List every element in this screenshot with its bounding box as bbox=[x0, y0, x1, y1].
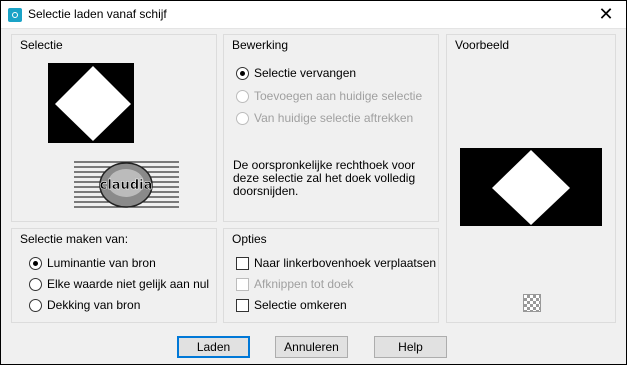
selection-preview-image bbox=[48, 63, 134, 143]
selectie-maken-title: Selectie maken van: bbox=[20, 232, 129, 246]
selectie-title: Selectie bbox=[20, 38, 63, 52]
check-linkerbovenhoek[interactable]: Naar linkerbovenhoek verplaatsen bbox=[236, 256, 436, 270]
window-title: Selectie laden vanaf schijf bbox=[28, 7, 167, 21]
radio-button[interactable] bbox=[29, 277, 42, 291]
checkbox[interactable] bbox=[236, 277, 249, 291]
load-button[interactable]: Laden bbox=[177, 336, 250, 358]
radio-selectie-vervangen[interactable]: Selectie vervangen bbox=[236, 66, 356, 80]
radio-aftrekken[interactable]: Van huidige selectie aftrekken bbox=[236, 111, 413, 125]
radio-button[interactable] bbox=[236, 111, 249, 125]
close-icon[interactable]: ✕ bbox=[596, 3, 616, 25]
radio-dekking[interactable]: Dekking van bron bbox=[29, 298, 140, 312]
title-bar: Selectie laden vanaf schijf ✕ bbox=[1, 1, 626, 29]
check-omkeren[interactable]: Selectie omkeren bbox=[236, 298, 347, 312]
watermark-logo: claudia bbox=[74, 159, 179, 211]
transparency-toggle-icon[interactable] bbox=[523, 294, 541, 312]
radio-button[interactable] bbox=[29, 256, 42, 270]
radio-label: Selectie vervangen bbox=[254, 66, 357, 80]
cancel-button[interactable]: Annuleren bbox=[275, 336, 348, 358]
preview-image bbox=[460, 148, 602, 226]
voorbeeld-title: Voorbeeld bbox=[455, 38, 510, 52]
opties-title: Opties bbox=[232, 232, 267, 246]
dialog-window: Selectie laden vanaf schijf ✕ Selectie c… bbox=[1, 1, 626, 364]
radio-label: Dekking van bron bbox=[47, 298, 141, 312]
radio-label: Elke waarde niet gelijk aan nul bbox=[47, 277, 210, 291]
radio-label: Luminantie van bron bbox=[47, 256, 156, 270]
preview-shape bbox=[492, 150, 570, 225]
radio-button[interactable] bbox=[29, 298, 42, 312]
checkbox[interactable] bbox=[236, 256, 249, 270]
checkbox-label: Naar linkerbovenhoek verplaatsen bbox=[254, 256, 437, 270]
radio-toevoegen[interactable]: Toevoegen aan huidige selectie bbox=[236, 89, 422, 103]
info-note: De oorspronkelijke rechthoek voor deze s… bbox=[233, 158, 416, 198]
checkbox-label: Afknippen tot doek bbox=[254, 277, 354, 291]
radio-label: Toevoegen aan huidige selectie bbox=[254, 89, 423, 103]
radio-elke-waarde[interactable]: Elke waarde niet gelijk aan nul bbox=[29, 277, 209, 291]
radio-button[interactable] bbox=[236, 66, 249, 80]
app-icon bbox=[8, 8, 22, 22]
check-afknippen[interactable]: Afknippen tot doek bbox=[236, 277, 353, 291]
radio-luminantie[interactable]: Luminantie van bron bbox=[29, 256, 156, 270]
svg-text:claudia: claudia bbox=[100, 178, 153, 193]
radio-button[interactable] bbox=[236, 89, 249, 103]
selection-shape bbox=[55, 66, 131, 141]
checkbox-label: Selectie omkeren bbox=[254, 298, 347, 312]
help-button[interactable]: Help bbox=[374, 336, 447, 358]
radio-label: Van huidige selectie aftrekken bbox=[254, 111, 414, 125]
checkbox[interactable] bbox=[236, 298, 249, 312]
bewerking-title: Bewerking bbox=[232, 38, 289, 52]
